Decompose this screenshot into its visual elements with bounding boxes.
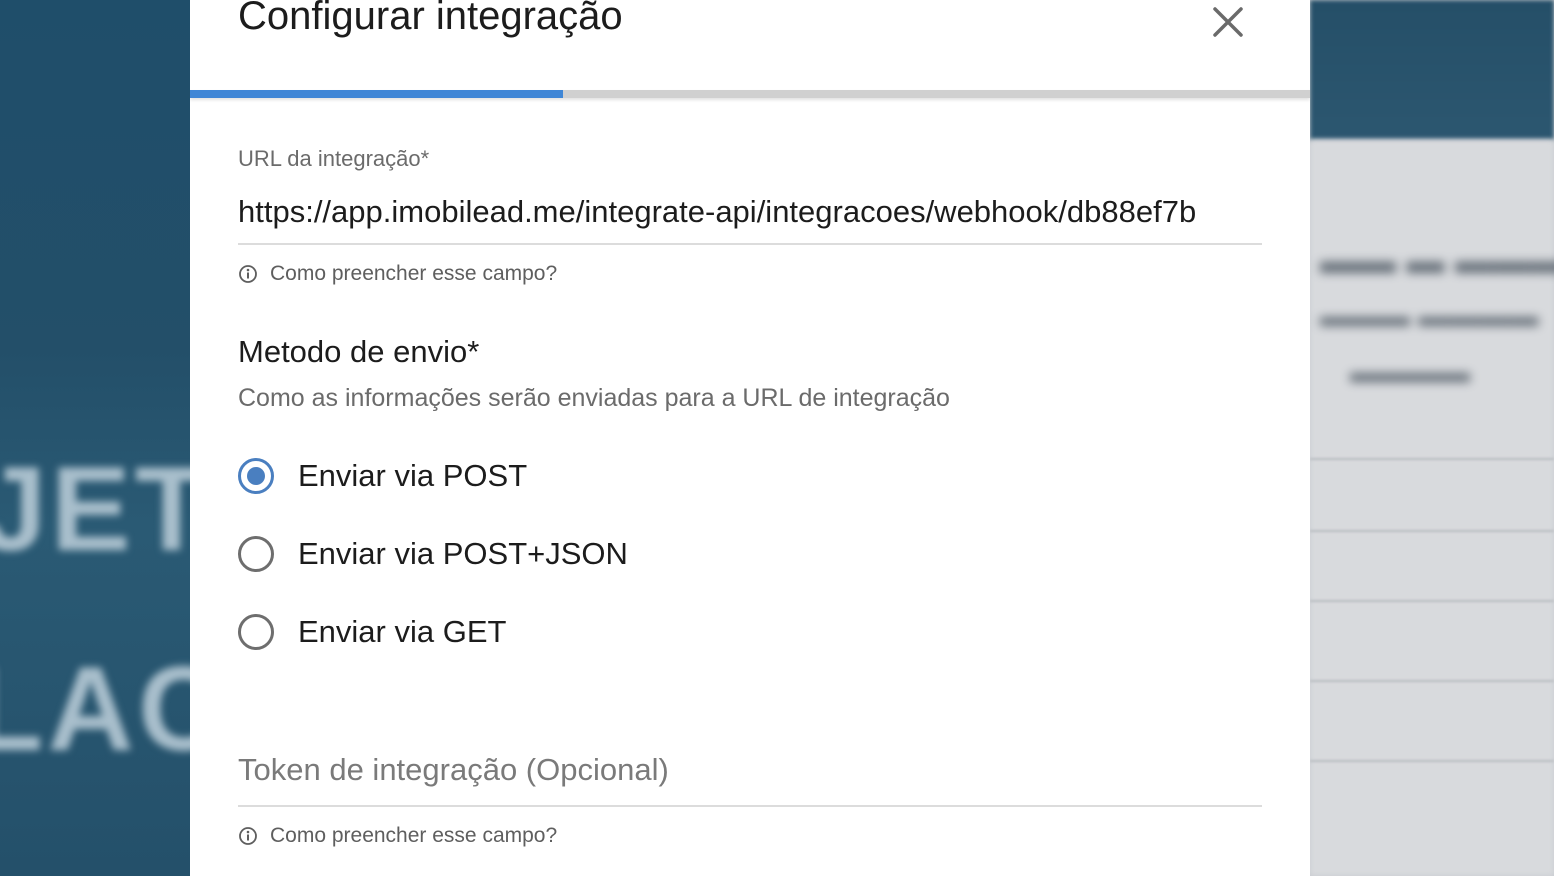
token-input[interactable] [238,748,1262,792]
radio-label: Enviar via GET [298,614,507,649]
radio-button[interactable] [238,614,274,650]
url-help-link[interactable]: Como preencher esse campo? [238,262,557,286]
background-blurred-text: JET [0,442,190,576]
radio-label: Enviar via POST+JSON [298,536,628,571]
radio-button-selected[interactable] [238,458,274,494]
background-page-left: JET LAC [0,0,190,876]
radio-option-post[interactable]: Enviar via POST [238,458,527,494]
info-icon [238,264,258,284]
dialog-header: Configurar integração [190,0,1310,92]
url-input-underline [238,243,1262,245]
method-section-description: Como as informações serão enviadas para … [238,384,950,412]
dialog-title: Configurar integração [238,0,623,38]
background-blurred-text: ▬▬ ▬ ▬▬▬ [1320,240,1554,282]
background-blurred-text: ▬▬▬ ▬▬▬▬ [1320,300,1539,333]
token-input-underline [238,805,1262,807]
radio-option-post-json[interactable]: Enviar via POST+JSON [238,536,628,572]
close-button[interactable] [1206,2,1250,42]
close-icon [1213,7,1243,37]
background-page-right: ▬▬ ▬ ▬▬▬ ▬▬▬ ▬▬▬▬ ▬▬▬▬ [1310,0,1554,876]
background-divider [1310,600,1554,602]
background-divider [1310,530,1554,532]
token-help-link[interactable]: Como preencher esse campo? [238,824,557,848]
step-progress-fill [190,90,563,98]
background-blurred-text: ▬▬▬▬ [1350,356,1470,389]
background-header-band [1310,0,1554,140]
radio-label: Enviar via POST [298,458,528,493]
token-help-text: Como preencher esse campo? [270,824,558,847]
radio-button[interactable] [238,536,274,572]
method-section-title: Metodo de envio* [238,334,480,369]
info-icon [238,826,258,846]
integration-dialog: Configurar integração URL da integração*… [190,0,1310,876]
background-divider [1310,760,1554,762]
radio-option-get[interactable]: Enviar via GET [238,614,506,650]
url-field-label: URL da integração* [238,146,430,171]
url-help-text: Como preencher esse campo? [270,262,558,285]
background-blurred-text: LAC [0,642,190,776]
url-input[interactable] [238,192,1262,232]
background-divider [1310,680,1554,682]
background-divider [1310,458,1554,460]
step-progress-bar [190,90,1310,98]
